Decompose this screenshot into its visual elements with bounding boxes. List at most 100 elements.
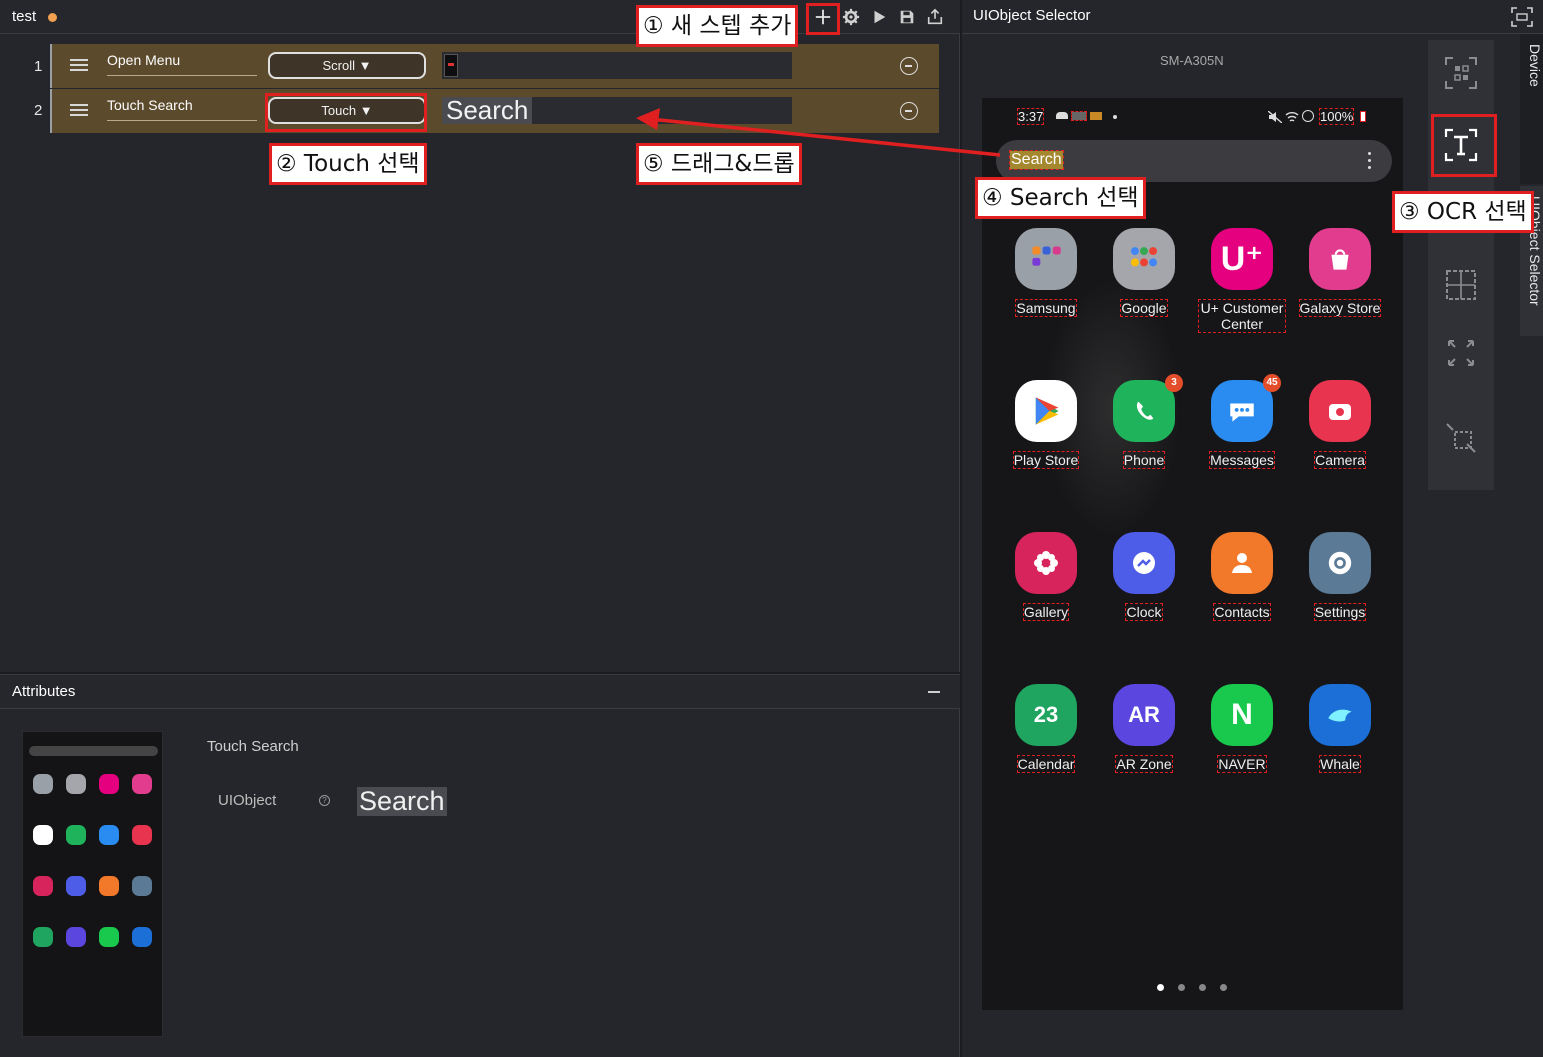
ocr-target-chip[interactable]: Search bbox=[442, 97, 533, 124]
target-drop-zone[interactable] bbox=[442, 52, 792, 79]
step-row-open-menu[interactable]: Open Menu Scroll ▼ bbox=[52, 44, 939, 88]
app-whale[interactable]: Whale bbox=[1295, 684, 1385, 774]
app-label[interactable]: Galaxy Store bbox=[1298, 299, 1382, 317]
app-icon[interactable] bbox=[1015, 380, 1077, 442]
app-clock[interactable]: Clock bbox=[1099, 532, 1189, 622]
drag-handle-icon[interactable] bbox=[70, 59, 88, 73]
app-label[interactable]: Samsung bbox=[1015, 299, 1077, 317]
add-step-highlight-frame bbox=[806, 3, 840, 35]
app-icon[interactable]: AR bbox=[1113, 684, 1175, 746]
target-drop-zone[interactable]: Search bbox=[442, 97, 792, 124]
touch-highlight-frame bbox=[265, 93, 427, 132]
thumbnail-app-icon bbox=[66, 825, 86, 845]
app-camera[interactable]: Camera bbox=[1295, 380, 1385, 470]
app-naver[interactable]: N NAVER bbox=[1197, 684, 1287, 774]
app-label[interactable]: Clock bbox=[1125, 603, 1163, 621]
app-phone[interactable]: 3 Phone bbox=[1099, 374, 1189, 470]
expand-icon[interactable] bbox=[1438, 330, 1484, 376]
notification-icon bbox=[1071, 111, 1087, 121]
app-label[interactable]: Messages bbox=[1209, 451, 1275, 469]
step-row-touch-search[interactable]: Touch Search Touch ▼ Search bbox=[52, 89, 939, 133]
search-ocr-text[interactable]: Search bbox=[1009, 150, 1064, 170]
thumbnail-app-icon bbox=[99, 927, 119, 947]
project-title: test bbox=[12, 8, 37, 25]
app-label[interactable]: Gallery bbox=[1022, 603, 1070, 621]
drag-handle-icon[interactable] bbox=[70, 104, 88, 118]
app-icon[interactable] bbox=[1309, 532, 1371, 594]
app-icon[interactable]: 3 bbox=[1113, 374, 1183, 442]
block-icon bbox=[1302, 110, 1314, 122]
app-icon[interactable]: 45 bbox=[1211, 374, 1281, 442]
app-icon[interactable] bbox=[1015, 228, 1077, 290]
app-label[interactable]: Settings bbox=[1313, 603, 1367, 621]
app-u-customer-center[interactable]: U⁺ U+ Customer Center bbox=[1197, 228, 1287, 334]
app-icon[interactable] bbox=[1309, 380, 1371, 442]
app-icon[interactable] bbox=[1309, 228, 1371, 290]
app-label[interactable]: Contacts bbox=[1213, 603, 1271, 621]
app-play-store[interactable]: Play Store bbox=[1001, 380, 1091, 470]
selector-header: UIObject Selector bbox=[962, 0, 1543, 34]
action-dropdown[interactable]: Scroll ▼ bbox=[268, 52, 426, 79]
device-screen[interactable]: 3:37 100% Search Samsung Google U⁺ U+ Custo… bbox=[982, 98, 1403, 1010]
page-dot-active bbox=[1157, 984, 1164, 991]
app-icon[interactable] bbox=[1309, 684, 1371, 746]
remove-step-icon[interactable] bbox=[900, 102, 918, 120]
thumbnail-app-icon bbox=[33, 774, 53, 794]
selector-toolbar bbox=[1428, 40, 1494, 490]
app-ar-zone[interactable]: AR AR Zone bbox=[1099, 684, 1189, 774]
app-label[interactable]: NAVER bbox=[1217, 755, 1267, 773]
app-contacts[interactable]: Contacts bbox=[1197, 532, 1287, 622]
phone-search-bar[interactable]: Search bbox=[996, 140, 1392, 182]
thumbnail-app-icon bbox=[132, 825, 152, 845]
app-icon[interactable]: U⁺ bbox=[1211, 228, 1273, 290]
object-detect-icon[interactable] bbox=[1438, 50, 1484, 96]
step-number: 1 bbox=[34, 58, 43, 75]
more-options-icon[interactable] bbox=[1368, 152, 1371, 169]
play-icon[interactable] bbox=[868, 6, 890, 28]
remove-step-icon[interactable] bbox=[900, 57, 918, 75]
app-label[interactable]: Whale bbox=[1319, 755, 1361, 773]
app-icon[interactable] bbox=[1015, 532, 1077, 594]
export-icon[interactable] bbox=[924, 6, 946, 28]
app-calendar[interactable]: 23 Calendar bbox=[1001, 684, 1091, 774]
status-time[interactable]: 3:37 bbox=[1016, 108, 1045, 125]
minimize-icon[interactable] bbox=[928, 691, 940, 693]
app-icon[interactable] bbox=[1113, 532, 1175, 594]
app-label[interactable]: Calendar bbox=[1016, 755, 1076, 773]
grid-select-icon[interactable] bbox=[1438, 262, 1484, 308]
uiobject-value-chip[interactable]: Search bbox=[357, 787, 447, 816]
app-label[interactable]: U+ Customer Center bbox=[1198, 299, 1286, 333]
app-label[interactable]: Phone bbox=[1122, 451, 1166, 469]
app-label[interactable]: Google bbox=[1120, 299, 1168, 317]
battery-percent[interactable]: 100% bbox=[1318, 108, 1355, 125]
app-label[interactable]: Camera bbox=[1314, 451, 1366, 469]
app-gallery[interactable]: Gallery bbox=[1001, 532, 1091, 622]
app-icon[interactable]: N bbox=[1211, 684, 1273, 746]
gear-icon[interactable] bbox=[840, 6, 862, 28]
step-name[interactable]: Open Menu bbox=[107, 52, 180, 68]
step-name[interactable]: Touch Search bbox=[107, 97, 193, 113]
screen-capture-icon[interactable] bbox=[1510, 5, 1534, 29]
thumbnail-app-icon bbox=[66, 927, 86, 947]
app-galaxy-store[interactable]: Galaxy Store bbox=[1295, 228, 1385, 318]
tab-device[interactable]: Device bbox=[1520, 34, 1543, 184]
thumbnail-search-bar bbox=[29, 746, 158, 756]
app-label[interactable]: AR Zone bbox=[1115, 755, 1173, 773]
app-icon[interactable]: 23 bbox=[1015, 684, 1077, 746]
app-samsung[interactable]: Samsung bbox=[1001, 228, 1091, 318]
app-google[interactable]: Google bbox=[1099, 228, 1189, 318]
app-label[interactable]: Play Store bbox=[1012, 451, 1080, 469]
app-icon[interactable] bbox=[1113, 228, 1175, 290]
step-editor-panel: test 1 Open Menu Scroll ▼ 2 Touch Search… bbox=[0, 0, 960, 672]
app-settings[interactable]: Settings bbox=[1295, 532, 1385, 622]
app-icon[interactable] bbox=[1211, 532, 1273, 594]
save-icon[interactable] bbox=[896, 6, 918, 28]
ocr-highlight-frame bbox=[1431, 114, 1497, 177]
help-icon[interactable]: ? bbox=[319, 795, 330, 806]
annotation-search-select: ④ Search 선택 bbox=[975, 177, 1146, 219]
thumbnail-app-icon bbox=[99, 876, 119, 896]
step-number: 2 bbox=[34, 102, 43, 119]
notification-badge: 3 bbox=[1165, 374, 1183, 392]
app-messages[interactable]: 45 Messages bbox=[1197, 374, 1287, 470]
region-select-icon[interactable] bbox=[1438, 415, 1484, 461]
